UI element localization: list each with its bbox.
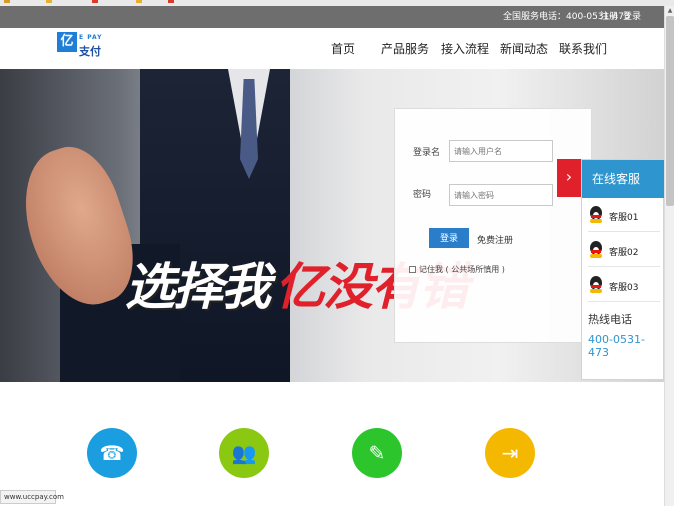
feature-tools[interactable]: ✎ bbox=[352, 428, 402, 478]
page-scrollbar[interactable]: ▲ bbox=[664, 6, 674, 506]
bookmark-item[interactable] bbox=[168, 0, 176, 5]
remember-label: 记住我 ( 公共场所慎用 ) bbox=[419, 265, 505, 274]
password-input[interactable] bbox=[449, 184, 553, 206]
nav-home[interactable]: 首页 bbox=[331, 42, 355, 56]
service-title: 在线客服 bbox=[582, 160, 664, 198]
site-header: 亿 E PAY 支付 首页 产品服务 接入流程 新闻动态 联系我们 bbox=[0, 28, 674, 69]
scroll-up-icon[interactable]: ▲ bbox=[666, 7, 674, 15]
username-label: 登录名 bbox=[413, 148, 441, 158]
bookmark-item[interactable] bbox=[136, 0, 144, 5]
phone-icon: ☎ bbox=[99, 441, 125, 465]
service-toggle-button[interactable]: › bbox=[557, 159, 581, 197]
register-link[interactable]: 注册 bbox=[600, 11, 618, 23]
login-button[interactable]: 登录 bbox=[429, 228, 469, 248]
qq-icon bbox=[588, 276, 604, 294]
site-logo[interactable]: 亿 E PAY 支付 bbox=[57, 32, 107, 66]
login-panel: 登录名 密码 登录 免费注册 记住我 ( 公共场所慎用 ) bbox=[394, 108, 592, 343]
service-agent-3[interactable]: 客服03 bbox=[588, 268, 660, 302]
remember-checkbox[interactable] bbox=[409, 266, 416, 273]
customer-service-panel: 在线客服 客服01 客服02 客服03 热线电话 400-0531-473 bbox=[581, 159, 664, 380]
top-utility-bar: 全国服务电话：400-0531-473 注册 登录 bbox=[0, 6, 674, 28]
agent-name: 客服01 bbox=[609, 213, 639, 223]
status-bar-url: www.uccpay.com bbox=[0, 490, 64, 504]
login-link[interactable]: 登录 bbox=[623, 11, 641, 23]
hero-slogan-white: 选择我 bbox=[125, 259, 271, 315]
feature-users[interactable]: 👥 bbox=[219, 428, 269, 478]
password-label: 密码 bbox=[413, 190, 432, 200]
agent-name: 客服03 bbox=[609, 283, 639, 293]
qq-icon bbox=[588, 241, 604, 259]
logo-sub: E PAY bbox=[79, 34, 103, 41]
feature-exit[interactable]: ⇥ bbox=[485, 428, 535, 478]
scroll-thumb[interactable] bbox=[666, 16, 674, 206]
bookmark-item[interactable] bbox=[46, 0, 54, 5]
hotline-label: 热线电话 bbox=[588, 313, 632, 326]
logo-mark: 亿 bbox=[57, 32, 77, 52]
nav-contact[interactable]: 联系我们 bbox=[559, 42, 607, 56]
nav-news[interactable]: 新闻动态 bbox=[500, 42, 548, 56]
service-agent-1[interactable]: 客服01 bbox=[588, 198, 660, 232]
service-agent-2[interactable]: 客服02 bbox=[588, 233, 660, 267]
tools-icon: ✎ bbox=[368, 441, 386, 465]
bookmark-item[interactable] bbox=[92, 0, 100, 5]
nav-products[interactable]: 产品服务 bbox=[381, 42, 429, 56]
bookmark-item[interactable] bbox=[4, 0, 12, 5]
users-icon: 👥 bbox=[231, 441, 257, 465]
logo-name: 支付 bbox=[79, 45, 101, 58]
feature-phone[interactable]: ☎ bbox=[87, 428, 137, 478]
agent-name: 客服02 bbox=[609, 248, 639, 258]
username-input[interactable] bbox=[449, 140, 553, 162]
exit-icon: ⇥ bbox=[501, 441, 519, 465]
hotline-number: 400-0531-473 bbox=[588, 333, 645, 359]
nav-process[interactable]: 接入流程 bbox=[441, 42, 489, 56]
free-register-link[interactable]: 免费注册 bbox=[477, 233, 513, 246]
qq-icon bbox=[588, 206, 604, 224]
